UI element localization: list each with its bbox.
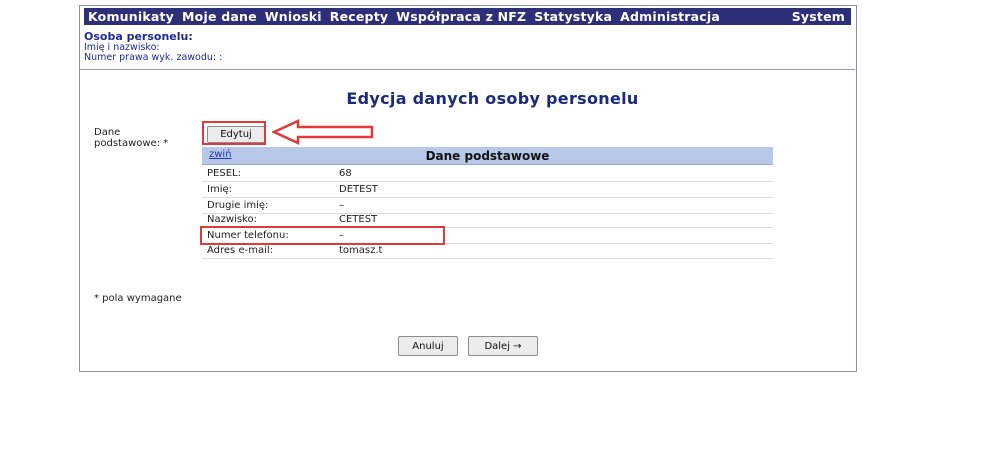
menu-moje-dane[interactable]: Moje dane [178,9,261,24]
cancel-button[interactable]: Anuluj [398,336,458,356]
section-field-label: Dane podstawowe: * [94,127,168,149]
person-info: Osoba personelu: Imię i nazwisko: Numer … [84,31,222,63]
section-field-label-line2: podstawowe: * [94,138,169,149]
person-license-label: Numer prawa wyk. zawodu: : [84,52,223,63]
header-divider [80,69,855,70]
menu-recepty[interactable]: Recepty [326,9,392,24]
required-note: * pola wymagane [94,293,182,304]
row-label: Imię: [207,184,232,195]
row-label: Drugie imię: [207,200,269,211]
page-title: Edycja danych osoby personelu [346,89,639,108]
row-label: PESEL: [207,168,241,179]
section-title: Dane podstawowe [425,149,550,163]
left-arrow-icon [272,119,374,145]
main-menu-bar: Komunikaty Moje dane Wnioski Recepty Wsp… [84,8,851,25]
row-value: tomasz.t [339,245,383,256]
row-value: CETEST [339,214,378,225]
menu-system[interactable]: System [788,9,851,24]
next-button[interactable]: Dalej → [468,336,538,356]
menu-administracja[interactable]: Administracja [616,9,724,24]
row-value: DETEST [339,184,378,195]
section-header: zwiń Dane podstawowe [202,147,773,165]
row-value: 68 [339,168,352,179]
menu-statystyka[interactable]: Statystyka [530,9,616,24]
row-value: – [339,200,344,211]
row-label: Nazwisko: [207,214,257,225]
highlight-box-phone [200,226,445,245]
table-row: PESEL: 68 [202,166,773,182]
menu-wnioski[interactable]: Wnioski [261,9,326,24]
table-row: Imię: DETEST [202,182,773,198]
section-field-label-line1: Dane [94,127,121,138]
menu-wspolpraca-nfz[interactable]: Współpraca z NFZ [392,9,530,24]
menu-komunikaty[interactable]: Komunikaty [84,9,178,24]
table-row: Adres e-mail: tomasz.t [202,243,773,259]
row-label: Adres e-mail: [207,245,274,256]
highlight-box-edit [202,121,266,145]
